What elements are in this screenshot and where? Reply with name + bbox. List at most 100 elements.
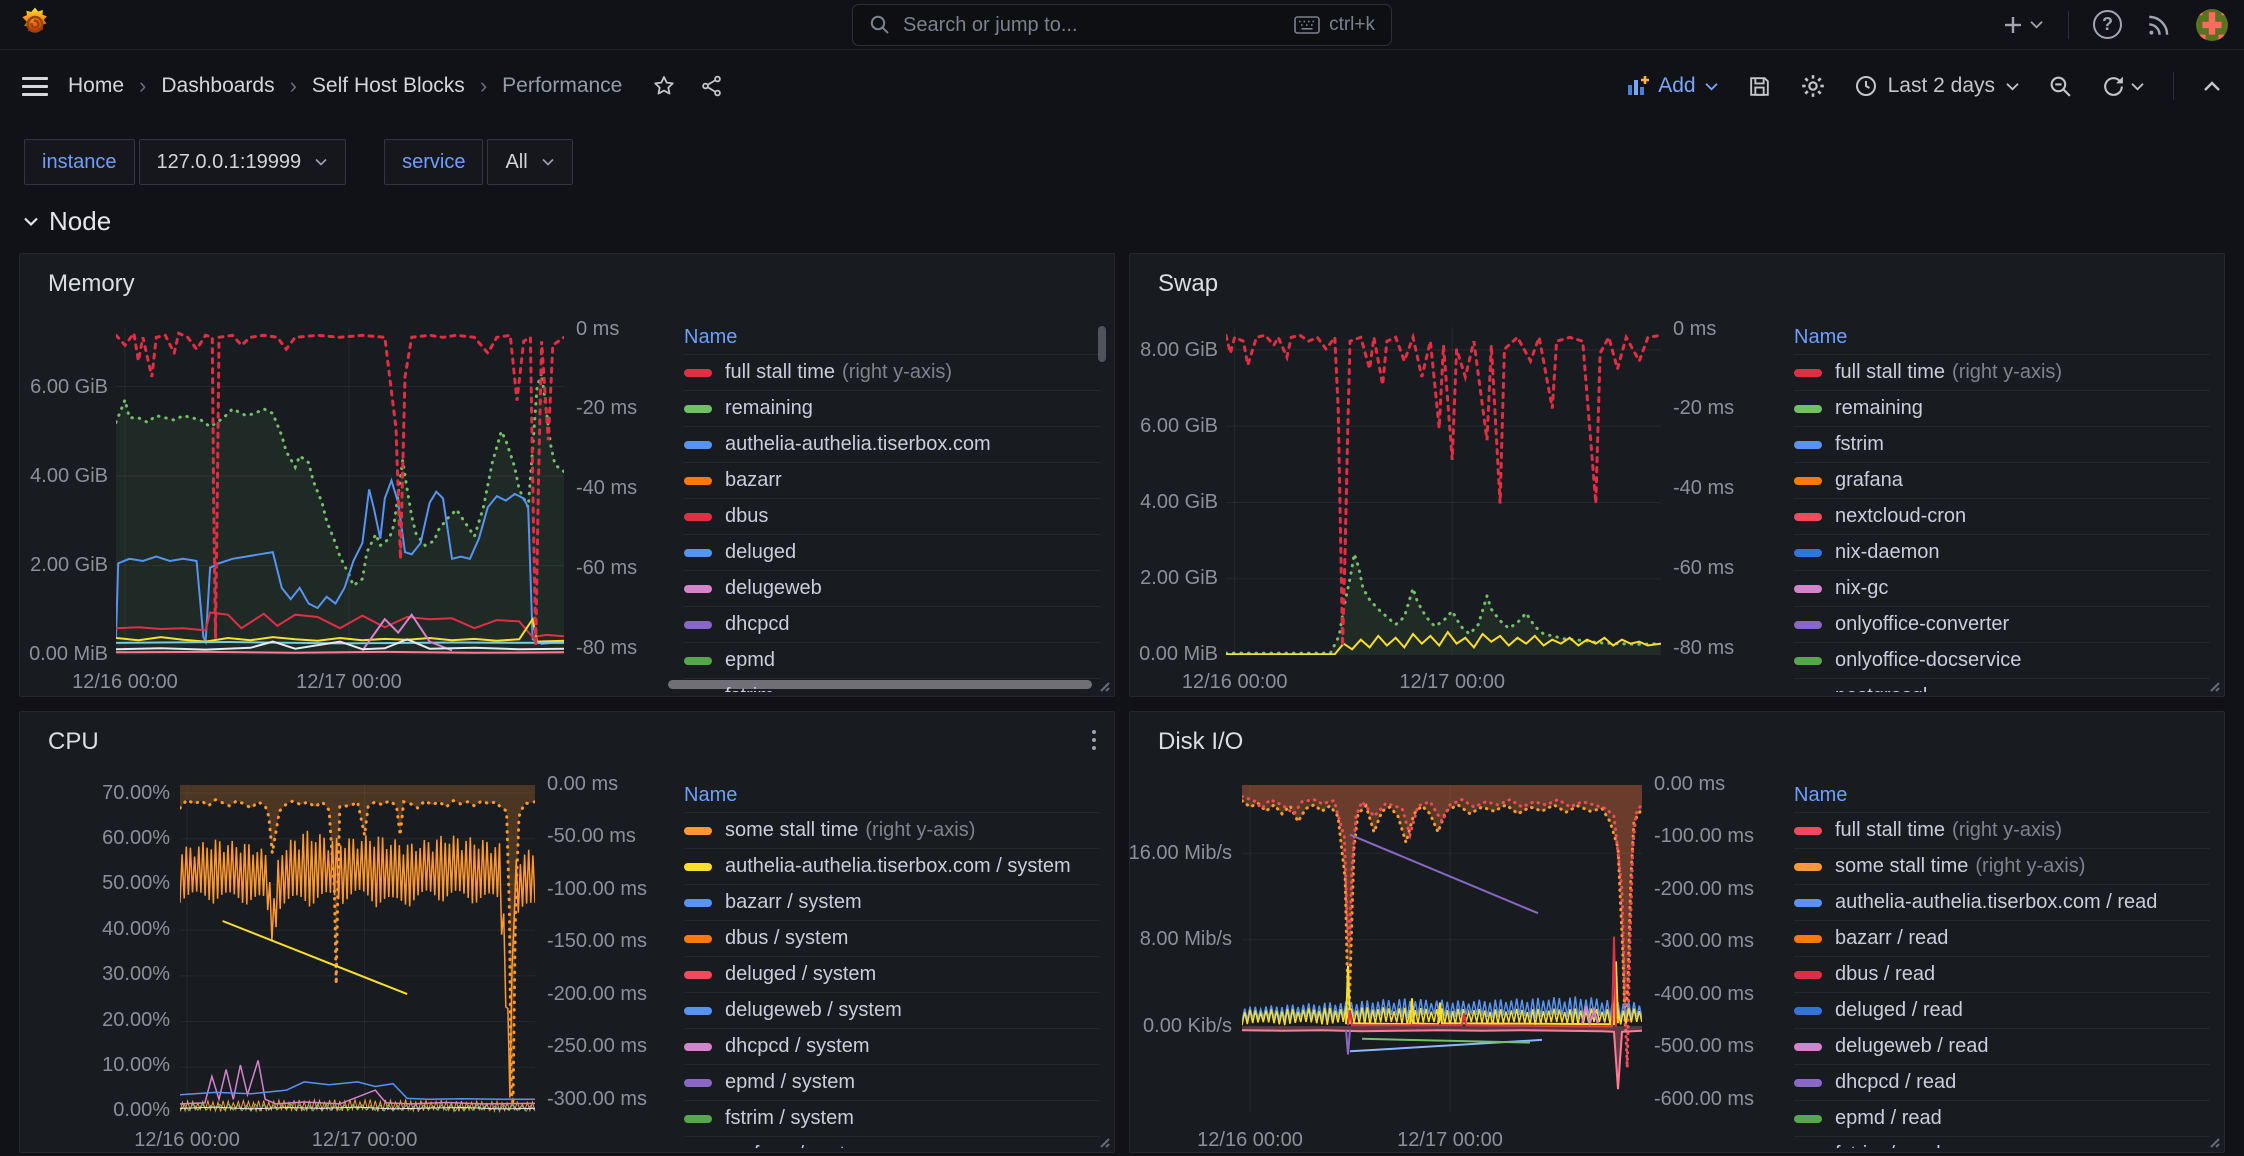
legend-series-name: bazarr (725, 469, 782, 492)
chevron-down-icon (22, 215, 40, 228)
legend-row[interactable]: nix-gc (1794, 570, 2210, 606)
y-axis-right: 0 ms-20 ms-40 ms-60 ms-80 ms (576, 329, 637, 648)
variable-value-service[interactable]: All (487, 139, 572, 185)
legend-row[interactable]: dhcpcd (684, 606, 1100, 642)
refresh-button[interactable] (2101, 74, 2145, 99)
legend-header-name[interactable]: Name (1794, 778, 2210, 812)
grafana-logo-icon[interactable] (16, 6, 54, 44)
legend-row[interactable]: bazarr / read (1794, 920, 2210, 956)
chart-plot[interactable]: 12/16 00:0012/17 00:00 (1226, 327, 1661, 655)
legend-row[interactable]: full stall time(right y-axis) (1794, 812, 2210, 848)
new-menu-button[interactable] (2001, 13, 2044, 37)
legend-row[interactable]: epmd / read (1794, 1100, 2210, 1136)
legend-row[interactable]: delugeweb / read (1794, 1028, 2210, 1064)
legend-row[interactable]: delugeweb (684, 570, 1100, 606)
legend-row[interactable]: remaining (684, 390, 1100, 426)
menu-toggle-icon[interactable] (22, 77, 48, 96)
series-color-pill (684, 657, 712, 665)
panel-title[interactable]: Memory (48, 270, 135, 298)
legend: Namesome stall time(right y-axis)autheli… (684, 778, 1100, 1148)
chart-plot[interactable]: 12/16 00:0012/17 00:00 (116, 327, 564, 655)
time-range-label: Last 2 days (1888, 74, 1995, 98)
series-color-pill (1794, 621, 1822, 629)
legend-vertical-scrollbar[interactable] (1098, 326, 1106, 362)
legend-series-name: deluged (725, 541, 796, 564)
refresh-icon (2101, 74, 2126, 99)
legend-header-name[interactable]: Name (1794, 320, 2210, 354)
news-rss-icon[interactable] (2146, 12, 2172, 38)
breadcrumb-separator: › (139, 73, 146, 99)
legend-row[interactable]: fstrim (1794, 426, 2210, 462)
zoom-out-icon[interactable] (2048, 74, 2073, 99)
panel-title[interactable]: CPU (48, 728, 99, 756)
legend-row[interactable]: bazarr / system (684, 884, 1100, 920)
panel-title[interactable]: Disk I/O (1158, 728, 1243, 756)
legend-row[interactable]: dbus / read (1794, 956, 2210, 992)
legend-row[interactable]: nix-daemon (1794, 534, 2210, 570)
share-icon[interactable] (700, 74, 724, 98)
chevron-down-icon (1704, 81, 1719, 92)
breadcrumb-item[interactable]: Home (68, 74, 124, 98)
breadcrumb-item[interactable]: Dashboards (161, 74, 274, 98)
legend-row[interactable]: grafana / system (684, 1136, 1100, 1148)
star-icon[interactable] (652, 74, 676, 98)
panel-resize-handle[interactable] (1096, 678, 1110, 692)
breadcrumb-item[interactable]: Self Host Blocks (312, 74, 465, 98)
settings-gear-icon[interactable] (1800, 73, 1826, 99)
legend-row[interactable]: dhcpcd / system (684, 1028, 1100, 1064)
top-actions: ? (2001, 9, 2228, 41)
legend-row[interactable]: fstrim / read (1794, 1136, 2210, 1148)
legend-row[interactable]: authelia-authelia.tiserbox.com / system (684, 848, 1100, 884)
legend-row[interactable]: epmd / system (684, 1064, 1100, 1100)
legend-row[interactable]: postgresql (1794, 678, 2210, 692)
legend-row[interactable]: deluged / system (684, 956, 1100, 992)
legend-series-name: dbus / system (725, 927, 848, 950)
legend-row[interactable]: epmd (684, 642, 1100, 678)
legend-row[interactable]: dhcpcd / read (1794, 1064, 2210, 1100)
panel-title[interactable]: Swap (1158, 270, 1218, 298)
legend-header-name[interactable]: Name (684, 320, 1100, 354)
plus-icon (2001, 13, 2025, 37)
series-color-pill (684, 899, 712, 907)
variable-value-instance[interactable]: 127.0.0.1:19999 (139, 139, 347, 185)
legend-row[interactable]: deluged / read (1794, 992, 2210, 1028)
chart-plot[interactable]: 12/16 00:0012/17 00:00 (1242, 785, 1642, 1113)
time-range-picker[interactable]: Last 2 days (1854, 74, 2020, 98)
legend-row[interactable]: nextcloud-cron (1794, 498, 2210, 534)
panel-resize-handle[interactable] (2206, 1134, 2220, 1148)
legend-row[interactable]: bazarr (684, 462, 1100, 498)
add-button[interactable]: Add (1626, 74, 1718, 98)
legend-row[interactable]: full stall time(right y-axis) (1794, 354, 2210, 390)
legend-row[interactable]: onlyoffice-docservice (1794, 642, 2210, 678)
legend-row[interactable]: remaining (1794, 390, 2210, 426)
legend-row[interactable]: authelia-authelia.tiserbox.com / read (1794, 884, 2210, 920)
chart-plot[interactable]: 12/16 00:0012/17 00:00 (180, 785, 535, 1113)
legend-horizontal-scrollbar[interactable] (668, 680, 1092, 689)
row-toggle-node[interactable]: Node (22, 206, 111, 237)
legend-row[interactable]: deluged (684, 534, 1100, 570)
legend-series-suffix: (right y-axis) (1952, 361, 2062, 384)
legend-row[interactable]: some stall time(right y-axis) (684, 812, 1100, 848)
panel-menu-kebab-icon[interactable] (1092, 730, 1096, 750)
legend-row[interactable]: authelia-authelia.tiserbox.com (684, 426, 1100, 462)
toolbar-actions: Add Last 2 days (1626, 72, 2222, 100)
legend-header-name[interactable]: Name (684, 778, 1100, 812)
top-bar: Search or jump to... ctrl+k ? (0, 0, 2244, 50)
legend-row[interactable]: full stall time(right y-axis) (684, 354, 1100, 390)
collapse-chevron-up-icon[interactable] (2202, 79, 2222, 93)
user-avatar[interactable] (2196, 9, 2228, 41)
search-input[interactable]: Search or jump to... ctrl+k (852, 4, 1392, 46)
legend-row[interactable]: dbus / system (684, 920, 1100, 956)
legend-row[interactable]: onlyoffice-converter (1794, 606, 2210, 642)
legend-row[interactable]: dbus (684, 498, 1100, 534)
help-icon[interactable]: ? (2093, 10, 2122, 39)
legend-row[interactable]: some stall time(right y-axis) (1794, 848, 2210, 884)
legend-row[interactable]: delugeweb / system (684, 992, 1100, 1028)
x-axis-tick-label: 12/16 00:00 (1182, 671, 1288, 694)
panel-resize-handle[interactable] (1096, 1134, 1110, 1148)
panel-resize-handle[interactable] (2206, 678, 2220, 692)
legend-row[interactable]: grafana (1794, 462, 2210, 498)
legend-row[interactable]: fstrim / system (684, 1100, 1100, 1136)
panel-memory: Memory 6.00 GiB4.00 GiB2.00 GiB0.00 MiB … (19, 253, 1115, 697)
save-dashboard-icon[interactable] (1747, 74, 1772, 99)
